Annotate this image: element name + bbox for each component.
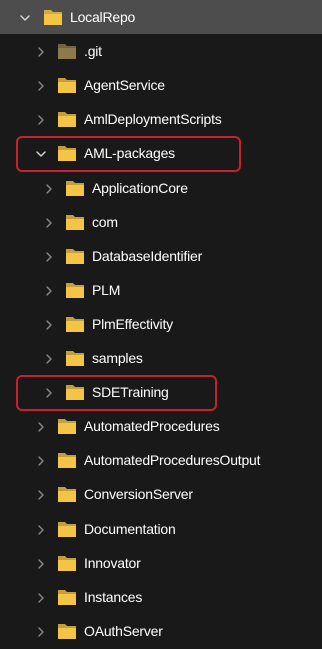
chevron-right-icon[interactable]	[42, 216, 56, 230]
folder-icon	[57, 520, 77, 538]
folder-icon	[57, 485, 77, 503]
chevron-right-icon[interactable]	[34, 45, 48, 59]
folder-icon	[57, 588, 77, 606]
chevron-right-icon[interactable]	[42, 386, 56, 400]
folder-icon	[65, 383, 85, 401]
tree-item-label: LocalRepo	[70, 9, 136, 25]
chevron-right-icon[interactable]	[42, 352, 56, 366]
folder-icon	[43, 8, 63, 26]
tree-item-label: com	[92, 213, 118, 230]
chevron-down-icon[interactable]	[34, 147, 48, 161]
tree-item-git[interactable]: .git	[0, 34, 322, 68]
tree-item-plm[interactable]: PLM	[0, 273, 322, 307]
tree-item-label: ApplicationCore	[92, 179, 188, 196]
tree-item-label: AutomatedProcedures	[84, 418, 220, 435]
folder-icon	[57, 622, 77, 640]
folder-icon	[57, 417, 77, 435]
chevron-right-icon[interactable]	[34, 79, 48, 93]
tree-item-label: samples	[92, 350, 143, 366]
tree-item-label: OAuthServer	[84, 622, 163, 639]
tree-item-innovator[interactable]: Innovator	[0, 546, 322, 580]
tree-item-oauthserver[interactable]: OAuthServer	[0, 614, 322, 648]
folder-icon	[65, 247, 85, 265]
tree-item-conversionserver[interactable]: ConversionServer	[0, 477, 322, 511]
tree-item-label: AutomatedProceduresOutput	[84, 452, 261, 469]
tree-item-label: Innovator	[84, 554, 141, 571]
tree-item-label: .git	[84, 43, 102, 60]
chevron-down-icon[interactable]	[18, 11, 32, 25]
tree-item-aml-packages[interactable]: AML-packages	[0, 136, 322, 170]
tree-item-label: AmlDeploymentScripts	[84, 111, 222, 128]
folder-icon	[57, 76, 77, 94]
tree-item-label: AML-packages	[84, 145, 175, 162]
folder-icon	[57, 144, 77, 162]
tree-item-plmeffectivity[interactable]: PlmEffectivity	[0, 307, 322, 341]
chevron-right-icon[interactable]	[34, 488, 48, 502]
tree-item-documentation[interactable]: Documentation	[0, 512, 322, 546]
tree-item-sdetraining[interactable]: SDETraining	[0, 375, 322, 409]
chevron-right-icon[interactable]	[34, 420, 48, 434]
folder-icon	[57, 451, 77, 469]
chevron-right-icon[interactable]	[42, 182, 56, 196]
tree-item-agentservice[interactable]: AgentService	[0, 68, 322, 102]
tree-item-label: Documentation	[84, 520, 176, 537]
tree-item-databaseidentifier[interactable]: DatabaseIdentifier	[0, 239, 322, 273]
tree-item-label: AgentService	[84, 77, 165, 94]
folder-icon	[57, 554, 77, 572]
tree-item-label: PLM	[92, 281, 121, 298]
tree-item-automatedprocedures[interactable]: AutomatedProcedures	[0, 409, 322, 443]
folder-icon	[65, 349, 85, 367]
tree-item-automatedproceduresoutput[interactable]: AutomatedProceduresOutput	[0, 443, 322, 477]
chevron-right-icon[interactable]	[34, 454, 48, 468]
tree-item-label: PlmEffectivity	[92, 315, 173, 332]
chevron-right-icon[interactable]	[34, 523, 48, 537]
chevron-right-icon[interactable]	[42, 250, 56, 264]
folder-tree: LocalRepo .git AgentService AmlDeploymentSc…	[0, 0, 322, 649]
folder-icon	[57, 110, 77, 128]
chevron-right-icon[interactable]	[34, 557, 48, 571]
folder-icon	[65, 213, 85, 231]
chevron-right-icon[interactable]	[42, 318, 56, 332]
chevron-right-icon[interactable]	[34, 113, 48, 127]
tree-item-label: DatabaseIdentifier	[92, 247, 203, 264]
chevron-right-icon[interactable]	[34, 625, 48, 639]
chevron-right-icon[interactable]	[34, 591, 48, 605]
tree-item-instances[interactable]: Instances	[0, 580, 322, 614]
tree-item-amldeploymentscripts[interactable]: AmlDeploymentScripts	[0, 102, 322, 136]
folder-icon	[65, 179, 85, 197]
chevron-right-icon[interactable]	[42, 284, 56, 298]
tree-item-com[interactable]: com	[0, 205, 322, 239]
folder-icon	[65, 315, 85, 333]
tree-item-applicationcore[interactable]: ApplicationCore	[0, 171, 322, 205]
tree-item-label: ConversionServer	[84, 486, 193, 503]
tree-item-label: SDETraining	[92, 384, 169, 401]
tree-item-label: Instances	[84, 588, 143, 605]
tree-item-samples[interactable]: samples	[0, 341, 322, 375]
tree-item-localrepo[interactable]: LocalRepo	[0, 0, 322, 35]
folder-icon	[65, 281, 85, 299]
folder-dim-icon	[57, 42, 77, 60]
